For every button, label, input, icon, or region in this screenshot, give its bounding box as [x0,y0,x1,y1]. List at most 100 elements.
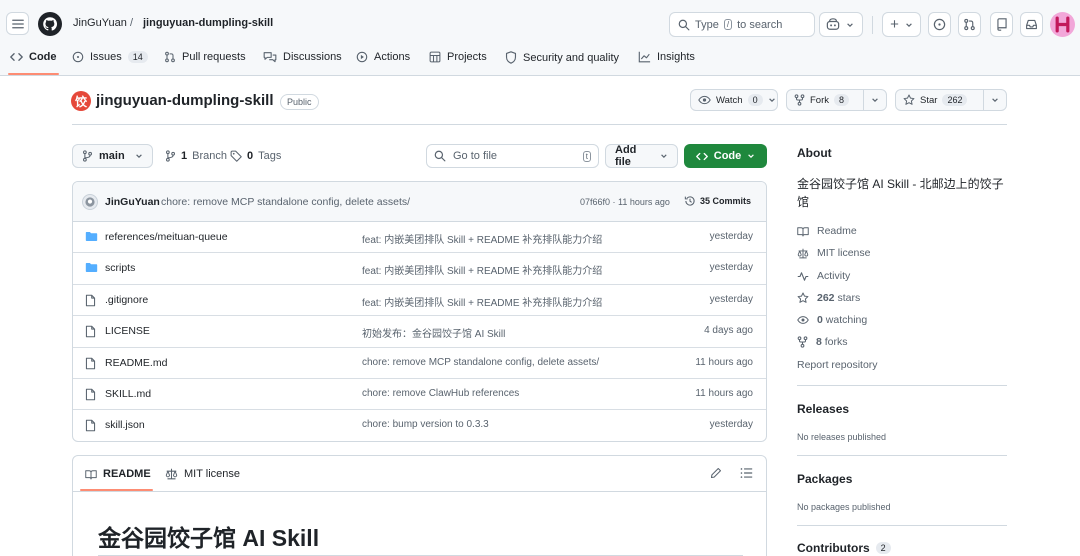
file-commit-message[interactable]: chore: bump version to 0.3.3 [362,419,489,430]
star-button[interactable]: Star 262 [895,89,1007,111]
pull-requests-button[interactable] [958,12,981,37]
file-row[interactable]: skill.json chore: bump version to 0.3.3 ye… [73,410,766,441]
commit-message[interactable]: chore: remove MCP standalone config, del… [161,196,410,208]
commit-author[interactable]: JinGuYuan [105,196,160,208]
file-row[interactable]: LICENSE 初始发布：金谷园饺子馆 AI Skill 4 days ago [73,316,766,348]
repo-link[interactable]: jinguyuan-dumpling-skill [143,17,273,29]
folder-icon [85,231,98,242]
file-commit-message[interactable]: feat: 内嵌美团排队 Skill + README 补充排队能力介绍 [362,294,602,309]
fork-main[interactable]: Fork 8 [787,90,863,110]
user-avatar[interactable] [1050,12,1075,37]
fork-button[interactable]: Fork 8 [786,89,887,111]
table-icon [429,51,441,63]
header-divider [872,16,873,34]
inbox-button[interactable] [1020,12,1043,37]
tab-security[interactable]: Security and quality [505,51,619,64]
edit-readme-button[interactable] [710,467,722,479]
repositories-button[interactable] [990,12,1013,37]
repo-description: 金谷园饺子馆 AI Skill - 北邮边上的饺子馆 [797,177,1004,209]
file-commit-message[interactable]: chore: remove ClawHub references [362,388,519,399]
search-text-after: to search [737,18,783,31]
file-name[interactable]: scripts [105,262,135,274]
menu-button[interactable] [6,12,29,35]
file-browser: JinGuYuan chore: remove MCP standalone c… [72,181,767,442]
sidebar-forks-count: 8 [816,336,822,348]
copilot-icon [826,18,840,30]
file-icon [85,419,96,432]
file-list: references/meituan-queue feat: 内嵌美团排队 Ski… [73,222,766,441]
file-commit-date: 4 days ago [704,325,753,337]
tab-discussions-label: Discussions [283,51,342,63]
file-row[interactable]: references/meituan-queue feat: 内嵌美团排队 Ski… [73,222,766,254]
sidebar-readme-link[interactable]: Readme [797,225,857,237]
tab-projects[interactable]: Projects [429,51,487,63]
contributors-heading: Contributors [797,541,870,555]
code-button-label: Code [713,150,742,162]
file-commit-message[interactable]: 初始发布：金谷园饺子馆 AI Skill [362,325,505,340]
add-file-button[interactable]: Add file [605,144,678,168]
create-new-button[interactable]: + [882,12,921,37]
sidebar-stars-link[interactable]: 262 stars [797,292,860,304]
copilot-button[interactable] [819,12,863,37]
sidebar-license-link[interactable]: MIT license [797,247,871,259]
file-name[interactable]: .gitignore [105,294,148,306]
watch-main[interactable]: Watch 0 [691,90,783,110]
branch-selector[interactable]: main [72,144,153,168]
go-to-file-shortcut: t [582,150,591,162]
watch-button[interactable]: Watch 0 [690,89,778,111]
file-name[interactable]: SKILL.md [105,388,151,400]
tab-actions[interactable]: Actions [356,51,410,63]
fork-dropdown[interactable] [864,90,886,110]
github-logo-icon[interactable] [38,12,62,36]
file-name[interactable]: LICENSE [105,325,150,337]
tab-discussions[interactable]: Discussions [263,51,342,63]
code-button[interactable]: Code [684,144,767,168]
commits-count: 35 Commits [700,196,752,206]
commit-author-avatar[interactable] [82,194,98,210]
file-commit-message[interactable]: feat: 内嵌美团排队 Skill + README 补充排队能力介绍 [362,262,602,277]
go-to-file-input[interactable]: Go to file t [426,144,599,168]
commit-sha-time[interactable]: 07f66f0 · 11 hours ago [580,197,670,207]
folder-icon [85,263,98,273]
contributors-heading-row[interactable]: Contributors 2 [797,541,891,555]
file-row[interactable]: SKILL.md chore: remove ClawHub references… [73,379,766,411]
branch-count: 1 [181,150,188,162]
search-input[interactable]: Type / to search [669,12,815,37]
tab-readme[interactable]: README [85,468,151,480]
star-main[interactable]: Star 262 [896,90,983,110]
releases-heading[interactable]: Releases [797,402,849,416]
report-repository-link[interactable]: Report repository [797,359,878,371]
readme-tab-indicator [80,489,153,491]
tab-insights[interactable]: Insights [638,51,695,63]
sidebar-forks-link[interactable]: 8 forks [797,336,848,348]
tab-issues[interactable]: Issues 14 [72,51,148,63]
file-name[interactable]: README.md [105,357,167,369]
tab-pull-requests[interactable]: Pull requests [164,51,246,63]
owner-link[interactable]: JinGuYuan [73,17,127,29]
star-dropdown[interactable] [984,90,1006,110]
sidebar-activity-link[interactable]: Activity [797,270,850,282]
file-commit-date: 11 hours ago [695,387,753,399]
file-commit-message[interactable]: chore: remove MCP standalone config, del… [362,357,599,368]
repo-title[interactable]: jinguyuan-dumpling-skill [96,92,274,109]
sidebar-watching-link[interactable]: 0 watching [797,314,867,326]
branches-link[interactable]: 1 Branch [165,150,227,162]
file-commit-message[interactable]: feat: 内嵌美团排队 Skill + README 补充排队能力介绍 [362,231,602,246]
file-row[interactable]: .gitignore feat: 内嵌美团排队 Skill + README 补充… [73,285,766,317]
file-name[interactable]: references/meituan-queue [105,231,228,243]
file-name[interactable]: skill.json [105,419,145,431]
commits-history-link[interactable]: 35 Commits [684,195,751,207]
file-row[interactable]: README.md chore: remove MCP standalone co… [73,348,766,379]
packages-heading[interactable]: Packages [797,472,852,486]
repo-owner-avatar[interactable]: 饺 [71,91,91,111]
pull-request-icon [964,18,975,31]
tab-actions-label: Actions [374,51,411,63]
repo-owner-avatar-glyph: 饺 [74,94,87,109]
tab-code[interactable]: Code [10,51,57,63]
outline-button[interactable] [740,467,753,479]
tab-license[interactable]: MIT license [165,468,240,480]
branch-icon [166,150,175,162]
file-row[interactable]: scripts feat: 内嵌美团排队 Skill + README 补充排队能… [73,253,766,285]
tags-link[interactable]: 0 Tags [230,150,281,162]
issues-button[interactable] [928,12,951,37]
